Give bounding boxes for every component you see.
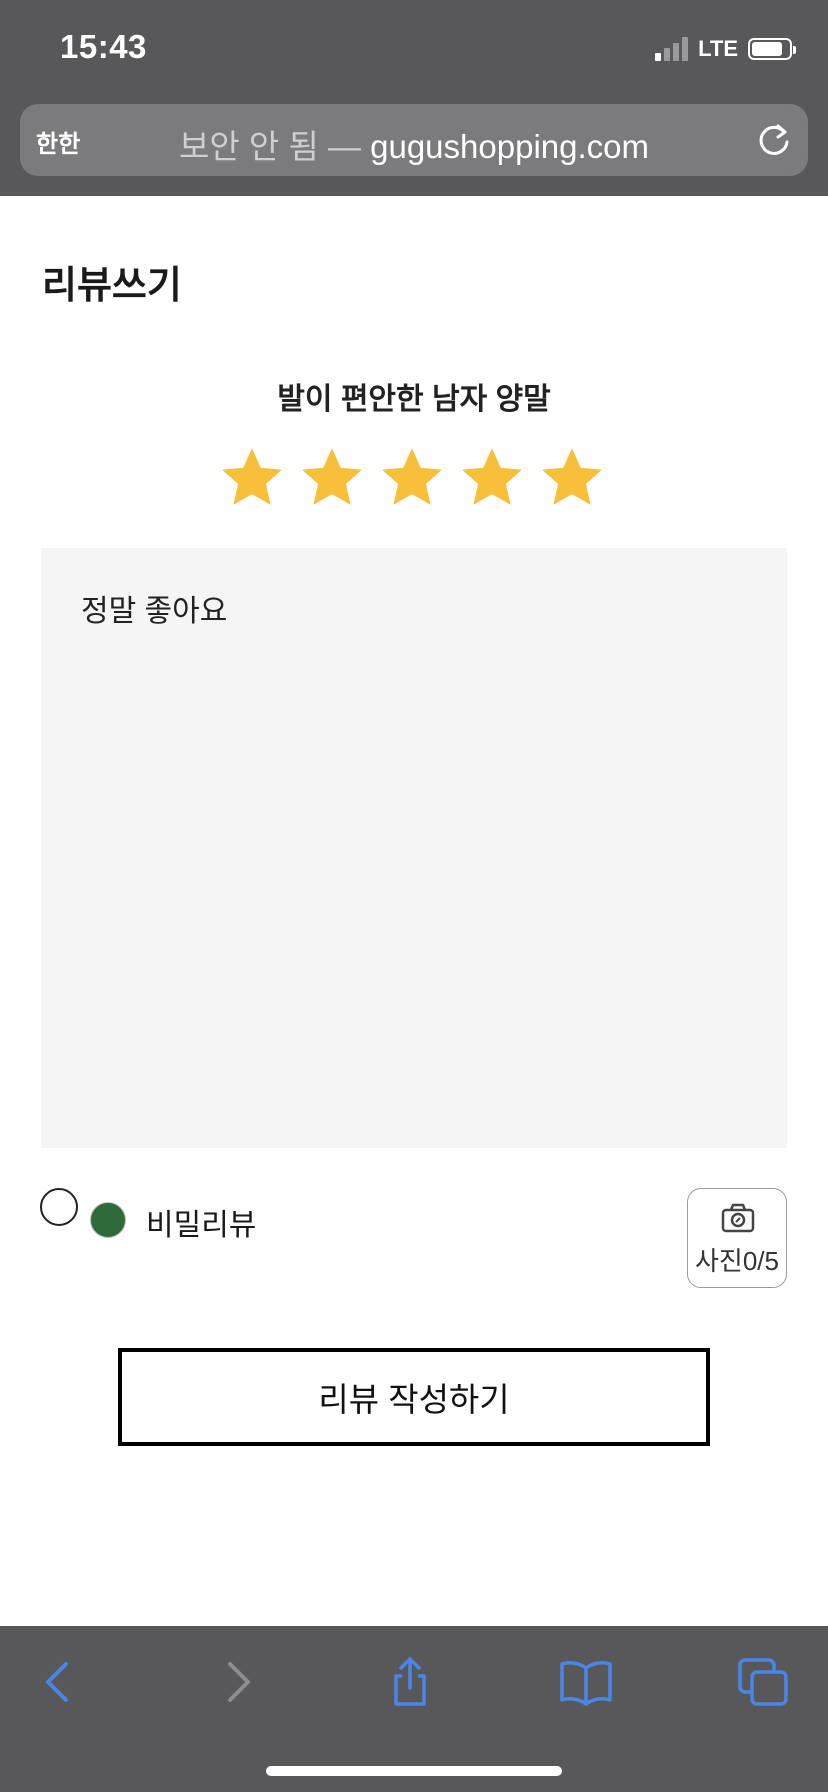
add-photo-button[interactable]: 사진0/5 xyxy=(687,1188,787,1288)
status-indicators: LTE xyxy=(655,34,796,64)
back-icon[interactable] xyxy=(32,1654,88,1710)
home-indicator[interactable] xyxy=(266,1766,562,1776)
battery-icon xyxy=(748,38,796,60)
secret-review-label: 비밀리뷰 xyxy=(146,1209,257,1242)
star-icon[interactable] xyxy=(298,444,366,512)
share-icon[interactable] xyxy=(382,1654,438,1710)
star-icon[interactable] xyxy=(538,444,606,512)
url-domain: gugushopping.com xyxy=(370,128,649,165)
bookmarks-icon[interactable] xyxy=(558,1654,614,1710)
star-icon[interactable] xyxy=(218,444,286,512)
address-bar[interactable]: 한한 보안 안 됨 — gugushopping.com xyxy=(20,104,808,176)
star-icon[interactable] xyxy=(458,444,526,512)
reload-icon[interactable] xyxy=(754,120,794,160)
tabs-icon[interactable] xyxy=(736,1654,792,1710)
signal-strength-icon xyxy=(655,37,689,61)
star-icon[interactable] xyxy=(378,444,446,512)
star-rating[interactable] xyxy=(218,444,606,512)
page-title: 리뷰쓰기 xyxy=(42,265,182,307)
secret-review-toggle[interactable] xyxy=(90,1202,126,1238)
secret-review-checkbox[interactable] xyxy=(40,1188,78,1226)
submit-review-button[interactable]: 리뷰 작성하기 xyxy=(118,1348,710,1446)
photo-count-label: 사진0/5 xyxy=(695,1246,779,1276)
camera-icon xyxy=(721,1203,755,1233)
review-textarea[interactable]: 정말 좋아요 xyxy=(41,548,787,1148)
status-time: 15:43 xyxy=(60,28,147,65)
browser-top-chrome: 15:43 LTE 한한 보안 안 됨 — gugushopping.com xyxy=(0,0,828,196)
url-text[interactable]: 보안 안 됨 — gugushopping.com xyxy=(20,120,808,168)
insecure-label: 보안 안 됨 — xyxy=(179,128,361,165)
network-type-label: LTE xyxy=(698,36,738,61)
forward-icon[interactable] xyxy=(208,1654,264,1710)
product-name: 발이 편안한 남자 양말 xyxy=(277,383,551,416)
